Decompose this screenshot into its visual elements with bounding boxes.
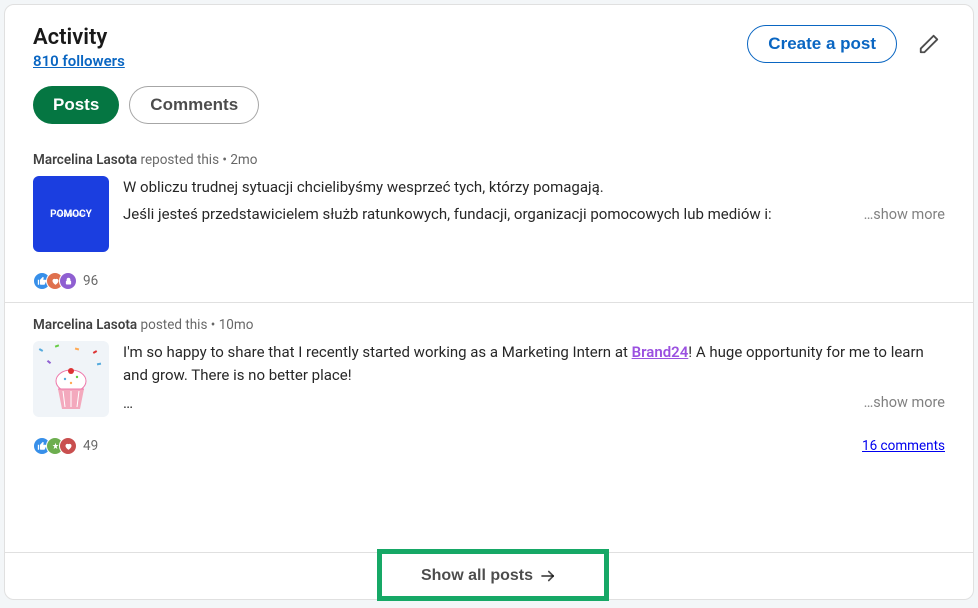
reactions-row: 49 16 comments — [33, 437, 945, 455]
love-icon — [59, 437, 77, 455]
reaction-count: 96 — [83, 273, 98, 289]
confetti-icon — [35, 343, 107, 373]
reactions-row: 96 — [33, 272, 945, 290]
post-thumbnail[interactable]: POTRZEBUJESZ POMOCY — [33, 176, 109, 252]
cupcake-icon — [51, 367, 91, 411]
post-time: 10mo — [219, 317, 254, 333]
post-line1: W obliczu trudnej sytuacji chcielibyśmy … — [123, 176, 945, 199]
post-item: Marcelina Lasota posted this • 10mo — [5, 302, 973, 467]
thumb-label: POMOCY — [50, 209, 92, 220]
post-action: reposted this — [141, 152, 220, 168]
followers-link[interactable]: 810 followers — [33, 52, 125, 70]
post-ellipsis: … — [123, 392, 133, 415]
post-item: Marcelina Lasota reposted this • 2mo POT… — [5, 138, 973, 302]
footer: Show all posts — [5, 552, 973, 599]
show-all-label: Show all posts — [421, 567, 533, 585]
comments-link[interactable]: 16 comments — [862, 438, 945, 454]
tab-posts[interactable]: Posts — [33, 86, 119, 124]
post-author[interactable]: Marcelina Lasota — [33, 317, 137, 333]
reactions[interactable]: 49 — [33, 437, 98, 455]
post-body[interactable]: POTRZEBUJESZ POMOCY W obliczu trudnej sy… — [33, 176, 945, 252]
edit-button[interactable] — [913, 28, 945, 60]
tabs: Posts Comments — [5, 78, 973, 138]
header: Activity 810 followers Create a post — [5, 5, 973, 78]
post-line2: Jeśli jesteś przedstawicielem służb ratu… — [123, 203, 772, 226]
post-body[interactable]: I'm so happy to share that I recently st… — [33, 341, 945, 417]
post-line1: I'm so happy to share that I recently st… — [123, 341, 945, 388]
post-time: 2mo — [230, 152, 257, 168]
post-thumbnail[interactable] — [33, 341, 109, 417]
post-author[interactable]: Marcelina Lasota — [33, 152, 137, 168]
header-left: Activity 810 followers — [33, 25, 125, 70]
section-title: Activity — [33, 25, 125, 50]
reaction-icons — [33, 437, 77, 455]
show-more-link[interactable]: …show more — [864, 204, 945, 226]
show-all-posts-button[interactable]: Show all posts — [421, 567, 557, 585]
support-icon — [59, 272, 77, 290]
post-meta: Marcelina Lasota reposted this • 2mo — [33, 152, 945, 168]
pencil-icon — [918, 33, 940, 55]
post-text: I'm so happy to share that I recently st… — [123, 341, 945, 417]
header-right: Create a post — [747, 25, 945, 63]
arrow-right-icon — [539, 567, 557, 585]
post-meta: Marcelina Lasota posted this • 10mo — [33, 317, 945, 333]
show-more-link[interactable]: …show more — [864, 392, 945, 414]
post-text: W obliczu trudnej sytuacji chcielibyśmy … — [123, 176, 945, 252]
post-action: posted this — [141, 317, 208, 333]
reaction-count: 49 — [83, 438, 98, 454]
reactions[interactable]: 96 — [33, 272, 98, 290]
brand-link[interactable]: Brand24 — [632, 343, 689, 361]
reaction-icons — [33, 272, 77, 290]
create-post-button[interactable]: Create a post — [747, 25, 897, 63]
activity-card: Activity 810 followers Create a post Pos… — [4, 4, 974, 600]
tab-comments[interactable]: Comments — [129, 86, 259, 124]
